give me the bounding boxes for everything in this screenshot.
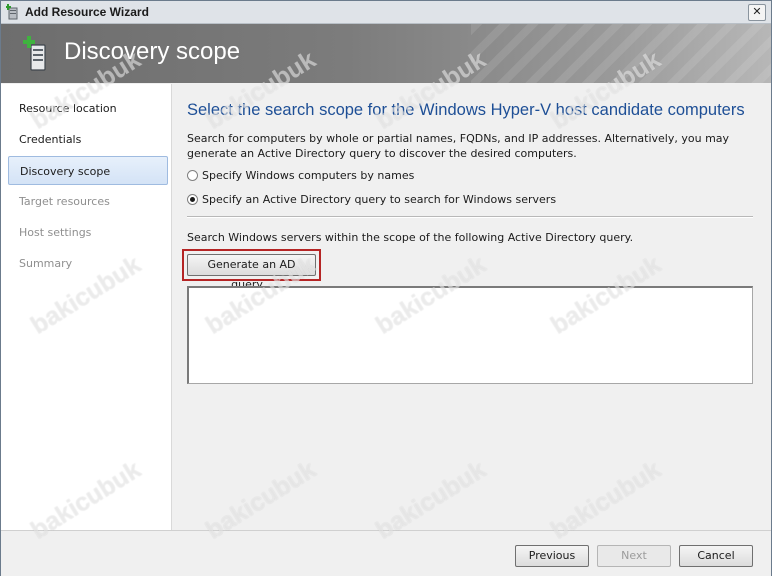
server-add-icon bbox=[6, 4, 18, 20]
separator bbox=[187, 216, 753, 218]
title-bar: Add Resource Wizard ✕ bbox=[1, 1, 771, 24]
step-host-settings: Host settings bbox=[19, 226, 92, 239]
step-credentials[interactable]: Credentials bbox=[8, 125, 168, 154]
banner-heading: Discovery scope bbox=[64, 38, 241, 65]
banner-decoration bbox=[471, 24, 771, 83]
wizard-window: Add Resource Wizard ✕ Discovery scope Re… bbox=[0, 0, 772, 576]
window-title: Add Resource Wizard bbox=[25, 5, 149, 19]
close-button[interactable]: ✕ bbox=[748, 4, 766, 21]
option-label: Specify an Active Directory query to sea… bbox=[202, 193, 557, 206]
radio-computers-by-names[interactable] bbox=[187, 170, 198, 181]
generate-ad-query-button[interactable]: Generate an AD query... bbox=[187, 254, 316, 291]
ad-query-textbox[interactable] bbox=[187, 286, 753, 384]
wizard-steps-sidebar: Resource location Credentials Discovery … bbox=[1, 84, 172, 530]
step-resource-location[interactable]: Resource location bbox=[8, 94, 168, 123]
main-content: Select the search scope for the Windows … bbox=[172, 84, 771, 530]
wizard-footer: Previous Next Cancel bbox=[1, 530, 771, 576]
step-discovery-scope[interactable]: Discovery scope bbox=[8, 156, 168, 185]
page-title: Select the search scope for the Windows … bbox=[187, 101, 745, 119]
server-add-icon bbox=[23, 36, 46, 71]
close-icon: ✕ bbox=[752, 5, 762, 18]
step-summary: Summary bbox=[19, 257, 73, 270]
previous-button[interactable]: Previous bbox=[515, 545, 589, 567]
step-target-resources: Target resources bbox=[19, 195, 110, 208]
option-label: Specify Windows computers by names bbox=[202, 169, 415, 182]
scope-description: Search for computers by whole or partial… bbox=[187, 132, 730, 160]
next-button: Next bbox=[597, 545, 671, 567]
header-banner: Discovery scope bbox=[1, 24, 771, 83]
radio-ad-query[interactable] bbox=[187, 194, 198, 205]
cancel-button[interactable]: Cancel bbox=[679, 545, 753, 567]
ad-scope-text: Search Windows servers within the scope … bbox=[187, 231, 634, 244]
